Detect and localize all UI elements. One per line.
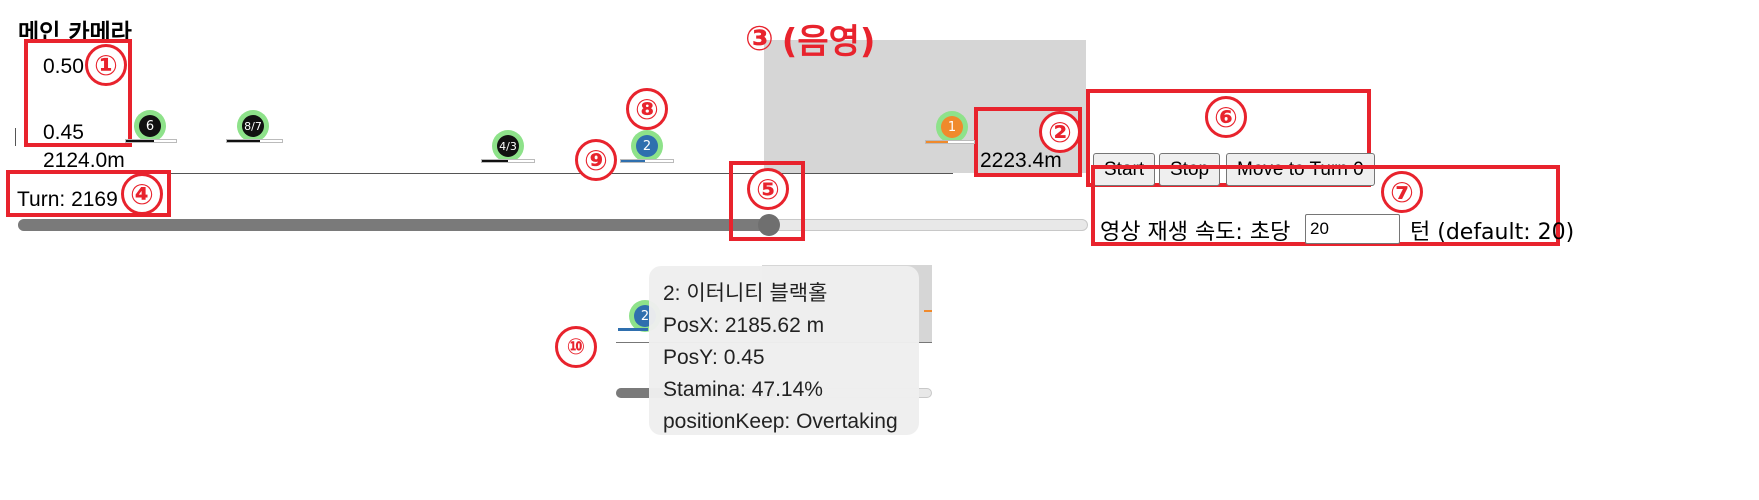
turn-slider-fill bbox=[18, 219, 769, 231]
shaded-region-label: ③ (음영) bbox=[745, 14, 875, 63]
runner-marker-2[interactable]: 2 bbox=[631, 130, 663, 162]
runner-marker-1[interactable]: 1 bbox=[936, 111, 968, 143]
annotation-5: ⑤ bbox=[747, 168, 789, 210]
track-baseline bbox=[123, 173, 953, 174]
annotation-10: ⑩ bbox=[555, 326, 597, 368]
runner-tooltip: 2: 이터니티 블랙홀 PosX: 2185.62 m PosY: 0.45 S… bbox=[649, 266, 919, 435]
playback-speed-label: 영상 재생 속도: 초당 bbox=[1100, 220, 1291, 245]
tooltip-position-keep: positionKeep: Overtaking bbox=[663, 410, 898, 433]
runner-6-stamina-bar bbox=[125, 139, 177, 143]
annotation-9: ⑨ bbox=[575, 139, 617, 181]
annotation-3: ③ bbox=[745, 18, 774, 59]
tooltip-stamina: Stamina: 47.14% bbox=[663, 378, 823, 401]
runner-4-3-stamina-bar bbox=[481, 159, 535, 163]
y-axis-tick bbox=[15, 128, 16, 146]
runner-6-icon: 6 bbox=[139, 115, 161, 137]
runner-8-7-stamina-bar bbox=[226, 139, 283, 143]
annotation-3-text: (음영) bbox=[781, 22, 876, 62]
runner-marker-8-7[interactable]: 8/7 bbox=[237, 110, 269, 142]
runner-marker-6[interactable]: 6 bbox=[134, 110, 166, 142]
playback-speed-input[interactable] bbox=[1305, 214, 1400, 244]
runner-1-icon: 1 bbox=[941, 116, 963, 138]
annotation-7: ⑦ bbox=[1381, 171, 1423, 213]
runner-2-stamina-bar bbox=[620, 159, 674, 163]
tooltip-posy: PosY: 0.45 bbox=[663, 346, 765, 369]
runner-2-icon: 2 bbox=[636, 135, 658, 157]
annotation-6: ⑥ bbox=[1205, 96, 1247, 138]
runner-8-7-icon: 8/7 bbox=[242, 115, 264, 137]
runner-1-stamina-bar bbox=[925, 140, 975, 144]
mini-runner-tick bbox=[924, 310, 932, 312]
annotation-1: ① bbox=[85, 44, 127, 86]
annotation-8: ⑧ bbox=[626, 88, 668, 130]
annotation-4: ④ bbox=[121, 173, 163, 215]
annotation-2: ② bbox=[1039, 111, 1081, 153]
runner-marker-4-3[interactable]: 4/3 bbox=[492, 130, 524, 162]
runner-4-3-icon: 4/3 bbox=[497, 135, 519, 157]
tooltip-posx: PosX: 2185.62 m bbox=[663, 314, 825, 337]
playback-speed-suffix: 턴 (default: 20) bbox=[1410, 220, 1575, 245]
tooltip-name: 2: 이터니티 블랙홀 bbox=[663, 282, 828, 305]
mini-runner-bar bbox=[618, 328, 648, 331]
